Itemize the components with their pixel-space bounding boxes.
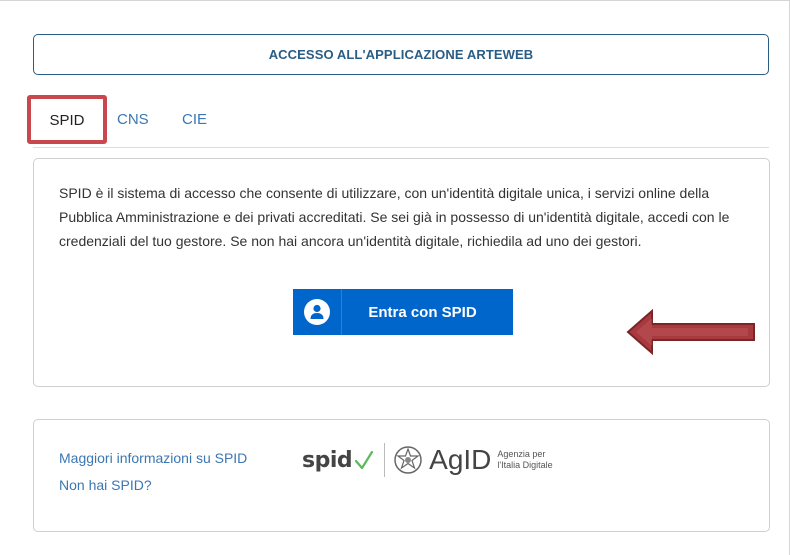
italian-emblem-icon bbox=[394, 446, 422, 474]
checkmark-icon bbox=[355, 450, 374, 470]
tab-cns[interactable]: CNS bbox=[117, 96, 149, 142]
more-info-spid-link[interactable]: Maggiori informazioni su SPID bbox=[59, 450, 247, 466]
tab-cie[interactable]: CIE bbox=[182, 96, 207, 142]
footer-panel: Maggiori informazioni su SPID Non hai SP… bbox=[33, 419, 770, 532]
partner-logos: spid AgID Agenzia per l'Italia Digitale bbox=[302, 440, 577, 480]
spid-description: SPID è il sistema di accesso che consent… bbox=[59, 185, 730, 249]
entra-con-spid-label: Entra con SPID bbox=[368, 303, 477, 321]
user-icon bbox=[293, 289, 342, 335]
tab-spid[interactable]: SPID bbox=[37, 100, 97, 140]
app-access-header[interactable]: ACCESSO ALL'APPLICAZIONE ARTEWEB bbox=[33, 34, 769, 75]
spid-logo: spid bbox=[302, 448, 374, 473]
logo-divider bbox=[384, 443, 386, 477]
agid-logo: AgID bbox=[429, 444, 492, 475]
agid-subtitle: Agenzia per l'Italia Digitale bbox=[497, 449, 553, 470]
window-top-border bbox=[0, 0, 790, 9]
auth-tabs: SPID CNS CIE bbox=[27, 95, 769, 148]
annotation-arrow-icon bbox=[626, 309, 755, 355]
entra-con-spid-button[interactable]: Entra con SPID bbox=[293, 289, 513, 335]
no-spid-link[interactable]: Non hai SPID? bbox=[59, 477, 152, 493]
